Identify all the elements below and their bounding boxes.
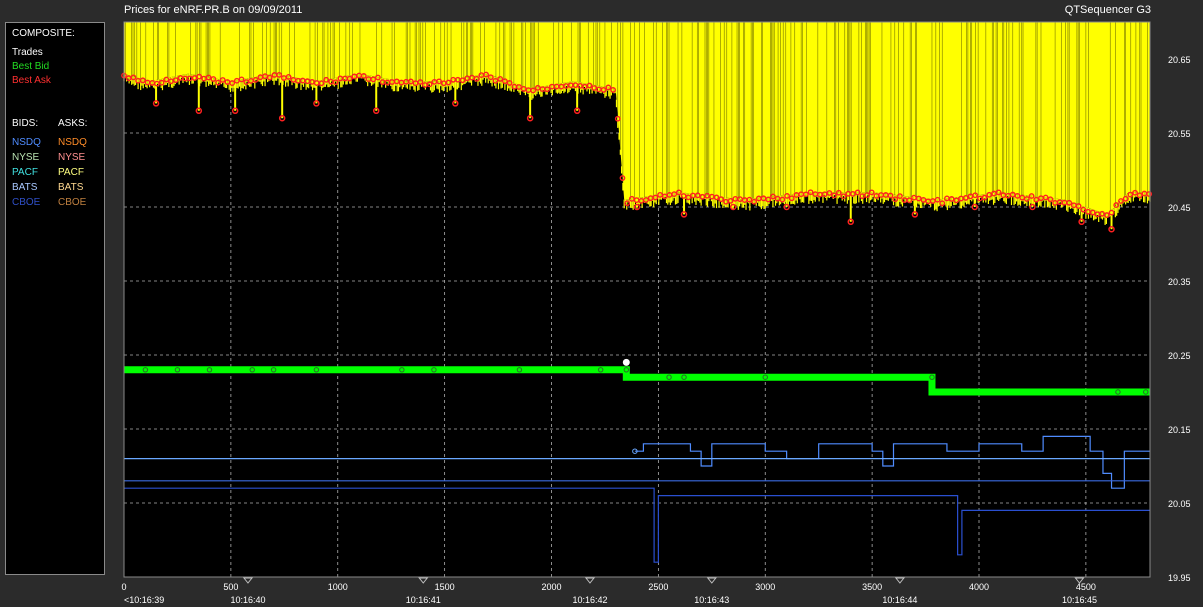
time-marker <box>894 577 905 584</box>
x-tick-label: 2000 <box>541 582 561 592</box>
x-tick-label: 500 <box>223 582 238 592</box>
x-tick-label: 1000 <box>328 582 348 592</box>
y-tick-label: 20.05 <box>1168 499 1191 509</box>
x-tick-label: 4000 <box>969 582 989 592</box>
y-tick-label: 20.65 <box>1168 55 1191 65</box>
time-label: 10:16:44 <box>882 595 917 605</box>
y-tick-label: 20.35 <box>1168 277 1191 287</box>
time-label: 10:16:45 <box>1062 595 1097 605</box>
x-tick-label: 3000 <box>755 582 775 592</box>
time-label: 10:16:41 <box>406 595 441 605</box>
y-tick-label: 20.25 <box>1168 351 1191 361</box>
x-tick-label: 1500 <box>435 582 455 592</box>
price-chart: 20.65 20.55 20.45 20.35 20.25 20.15 20.05 19.95… <box>121 21 1191 605</box>
x-tick-label: 2500 <box>648 582 668 592</box>
y-tick-label: 20.45 <box>1168 203 1191 213</box>
time-label: <10:16:39 <box>124 595 164 605</box>
time-label: 10:16:40 <box>230 595 265 605</box>
time-label: 10:16:42 <box>572 595 607 605</box>
trade-dot <box>622 358 630 366</box>
x-tick-label: 4500 <box>1076 582 1096 592</box>
x-tick-label: 3500 <box>862 582 882 592</box>
y-tick-label: 20.15 <box>1168 425 1191 435</box>
time-marker <box>584 577 596 584</box>
y-tick-label: 19.95 <box>1168 573 1191 583</box>
x-tick-label: 0 <box>121 582 126 592</box>
time-marker <box>706 577 717 584</box>
time-marker <box>418 577 429 584</box>
y-tick-label: 20.55 <box>1168 129 1191 139</box>
time-label: 10:16:43 <box>694 595 729 605</box>
time-marker <box>242 577 254 584</box>
